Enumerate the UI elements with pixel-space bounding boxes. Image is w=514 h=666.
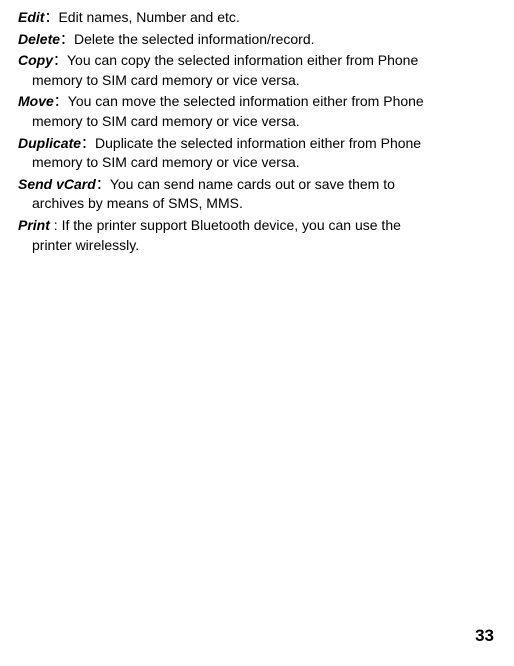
term: Move <box>18 93 54 109</box>
description-continuation: memory to SIM card memory or vice versa. <box>18 153 496 173</box>
term: Duplicate <box>18 135 81 151</box>
separator: ： <box>54 93 68 109</box>
separator: ： <box>53 52 67 68</box>
description: Delete the selected information/record. <box>74 31 314 47</box>
separator: ： <box>60 31 74 47</box>
term: Edit <box>18 9 44 25</box>
description: You can copy the selected information ei… <box>67 52 418 68</box>
term: Send vCard <box>18 176 96 192</box>
entry-edit: Edit：Edit names, Number and etc. <box>18 8 496 28</box>
description: You can send name cards out or save them… <box>110 176 395 192</box>
entry-send-vcard: Send vCard：You can send name cards out o… <box>18 175 496 214</box>
term: Print <box>18 217 50 233</box>
entry-duplicate: Duplicate：Duplicate the selected informa… <box>18 134 496 173</box>
entry-copy: Copy：You can copy the selected informati… <box>18 51 496 90</box>
description: You can move the selected information ei… <box>68 93 424 109</box>
term: Delete <box>18 31 60 47</box>
entry-print: Print : If the printer support Bluetooth… <box>18 216 496 255</box>
description-continuation: memory to SIM card memory or vice versa. <box>18 112 496 132</box>
entry-move: Move：You can move the selected informati… <box>18 92 496 131</box>
term: Copy <box>18 52 53 68</box>
description: Duplicate the selected information eithe… <box>95 135 421 151</box>
separator: ： <box>81 135 95 151</box>
page-number: 33 <box>475 624 494 648</box>
separator: : <box>50 217 62 233</box>
description-continuation: archives by means of SMS, MMS. <box>18 194 496 214</box>
description-continuation: memory to SIM card memory or vice versa. <box>18 71 496 91</box>
entry-delete: Delete：Delete the selected information/r… <box>18 30 496 50</box>
separator: ： <box>96 176 110 192</box>
description-continuation: printer wirelessly. <box>18 236 496 256</box>
description: If the printer support Bluetooth device,… <box>62 217 401 233</box>
description: Edit names, Number and etc. <box>58 9 239 25</box>
separator: ： <box>44 9 58 25</box>
definition-list: Edit：Edit names, Number and etc. Delete：… <box>18 8 496 255</box>
